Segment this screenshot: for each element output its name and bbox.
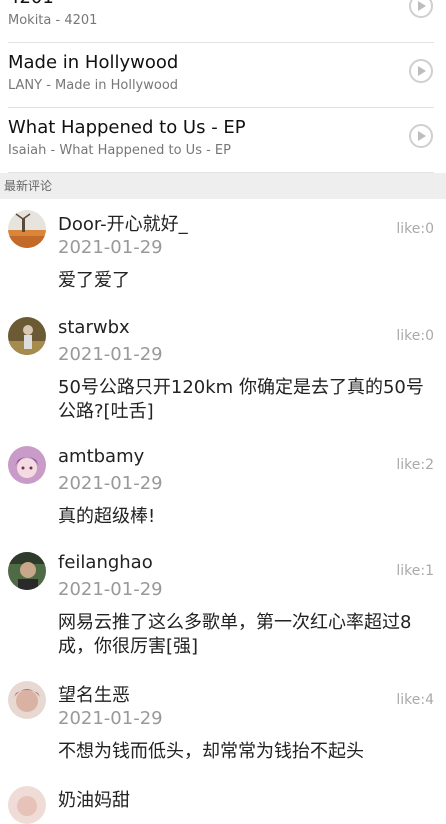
like-count[interactable]: like:1 xyxy=(396,563,434,579)
comment-text: 爱了爱了 xyxy=(58,270,130,291)
comment-text: 网易云推了这么多歌单，第一次红心率超过8成，你很厉害[强] xyxy=(58,612,412,657)
comment-text: 不想为钱而低头，却常常为钱抬不起头 xyxy=(58,741,364,762)
song-title: 4201 xyxy=(8,0,54,8)
comment-date: 2021-01-29 xyxy=(58,344,163,365)
comment-date: 2021-01-29 xyxy=(58,473,163,494)
play-icon[interactable] xyxy=(409,0,433,18)
comment-date: 2021-01-29 xyxy=(58,579,163,600)
person-avatar-icon[interactable] xyxy=(8,681,46,719)
song-title: What Happened to Us - EP xyxy=(8,117,246,138)
comment-username[interactable]: 望名生恶 xyxy=(58,681,130,707)
song-title: Made in Hollywood xyxy=(8,52,179,73)
comment-text: 真的超级棒! xyxy=(58,506,156,527)
person-avatar-icon[interactable] xyxy=(8,317,46,355)
song-item[interactable]: 4201 Mokita - 4201 xyxy=(8,0,434,43)
comment-username[interactable]: feilanghao xyxy=(58,552,153,573)
landscape-avatar-icon[interactable] xyxy=(8,210,46,248)
like-count[interactable]: like:2 xyxy=(396,457,434,473)
play-icon[interactable] xyxy=(409,124,433,148)
comment-date: 2021-01-29 xyxy=(58,708,163,729)
comment-username[interactable]: Door-开心就好_ xyxy=(58,210,188,236)
comment-username[interactable]: starwbx xyxy=(58,317,130,338)
like-count[interactable]: like:0 xyxy=(396,221,434,237)
song-item[interactable]: Made in Hollywood LANY - Made in Hollywo… xyxy=(8,43,434,108)
play-icon[interactable] xyxy=(409,59,433,83)
comment-username[interactable]: amtbamy xyxy=(58,446,144,467)
comment-date: 2021-01-29 xyxy=(58,237,163,258)
like-count[interactable]: like:4 xyxy=(396,692,434,708)
person-avatar-icon[interactable] xyxy=(8,552,46,590)
song-subtitle: LANY - Made in Hollywood xyxy=(8,78,179,93)
like-count[interactable]: like:0 xyxy=(396,328,434,344)
comment-username[interactable]: 奶油妈甜 xyxy=(58,786,130,812)
song-subtitle: Mokita - 4201 xyxy=(8,13,98,28)
comment-text: 50号公路只开120km 你确定是去了真的50号公路?[吐舌] xyxy=(58,377,424,422)
comments-header: 最新评论 xyxy=(0,173,446,199)
person-avatar-icon[interactable] xyxy=(8,786,46,824)
song-subtitle: Isaiah - What Happened to Us - EP xyxy=(8,143,231,158)
song-item[interactable]: What Happened to Us - EP Isaiah - What H… xyxy=(8,108,434,173)
anime-avatar-icon[interactable] xyxy=(8,446,46,484)
